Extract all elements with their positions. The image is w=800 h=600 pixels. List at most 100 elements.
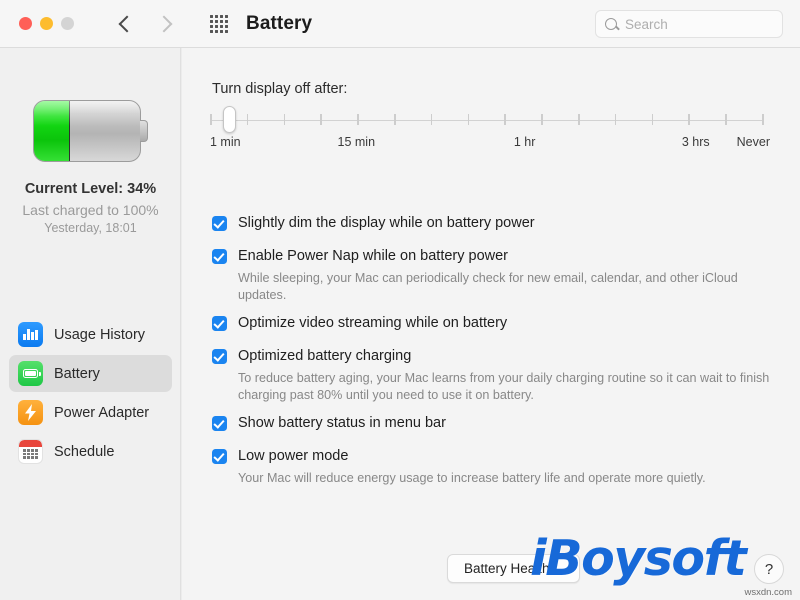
zoom-button[interactable] [61,17,74,30]
sidebar-item-power-adapter[interactable]: Power Adapter [9,394,172,431]
slider-tick [210,114,212,125]
grid-dot [210,19,213,23]
slider-tick-label: 3 hrs [681,135,710,149]
schedule-icon [18,439,43,464]
slider-tick [430,114,433,125]
option-row[interactable]: Optimize video streaming while on batter… [212,314,772,333]
option-row[interactable]: Slightly dim the display while on batter… [212,214,772,233]
bolt-glyph [25,404,36,421]
slider-track[interactable] [210,106,764,133]
option-label: Show battery status in menu bar [238,415,446,431]
sidebar-item-label: Schedule [54,443,115,460]
option-row[interactable]: Show battery status in menu bar [212,414,772,433]
grid-dot [220,24,223,28]
checkbox-checked-icon[interactable] [212,449,227,464]
battery-status-text: Current Level: 34% Last charged to 100% … [0,181,181,235]
main-content: Turn display off after: 1 min 15 min 1 hr 3… [182,48,800,600]
grid-dot [225,29,228,33]
slider-tick [246,114,249,125]
grid-dot [215,14,218,18]
page-title: Battery [246,12,313,34]
grid-dot [220,14,223,18]
battery-glyph [23,369,41,378]
grid-dot [225,19,228,23]
grid-dot [220,29,223,33]
slider-tick [283,114,286,125]
calendar-header-glyph [19,440,42,447]
grid-dot [215,29,218,33]
grid-dot [225,14,228,18]
slider-line [210,119,762,121]
checkbox-checked-icon[interactable] [212,416,227,431]
battery-gloss [34,101,140,127]
show-all-grid-icon[interactable] [210,14,228,33]
slider-tick [357,114,359,125]
power-adapter-icon [18,400,43,425]
traffic-lights [19,17,74,30]
help-button[interactable]: ? [754,554,784,584]
checkbox-checked-icon[interactable] [212,249,227,264]
option-row[interactable]: Enable Power Nap while on battery power [212,247,772,266]
minimize-button[interactable] [40,17,53,30]
slider-tick [504,114,506,125]
search-field[interactable]: Search [595,10,783,38]
calendar-grid-glyph [23,449,38,459]
slider-tick [394,114,396,125]
grid-dot [210,29,213,33]
option-label: Optimize video streaming while on batter… [238,315,508,331]
slider-tick [762,114,764,125]
checkbox-checked-icon[interactable] [212,216,227,231]
search-input[interactable]: Search [625,17,668,32]
slider-tick [688,114,690,125]
slider-tick-label: 15 min [337,135,376,149]
battery-body [33,100,141,162]
slider-knob[interactable] [223,106,237,133]
slider-tick-label: Never [736,135,770,149]
display-sleep-slider[interactable]: 1 min 15 min 1 hr 3 hrs Never [210,106,770,153]
slider-tick-labels: 1 min 15 min 1 hr 3 hrs Never [210,135,770,153]
battery-terminal [140,120,148,142]
slider-tick-label: 1 min [210,135,241,149]
slider-tick [541,114,543,125]
option-row[interactable]: Optimized battery charging [212,347,772,366]
sidebar-nav: Usage History Battery Power Adapter Sche… [9,316,172,472]
checkbox-checked-icon[interactable] [212,349,227,364]
slider-tick-label: 1 hr [513,135,536,149]
close-button[interactable] [19,17,32,30]
option-description: While sleeping, your Mac can periodicall… [238,271,738,302]
sidebar-item-label: Battery [54,365,100,382]
battery-health-button[interactable]: Battery Health… [447,554,581,583]
option-row[interactable]: Low power mode [212,447,772,466]
option-label: Slightly dim the display while on batter… [238,215,535,231]
navigation-buttons [116,15,174,33]
grid-dot [225,24,228,28]
sidebar-item-usage-history[interactable]: Usage History [9,316,172,353]
bar-chart-glyph [23,329,38,340]
slider-tick [578,114,580,125]
battery-options-list: Slightly dim the display while on batter… [212,214,772,498]
sidebar-item-battery[interactable]: Battery [9,355,172,392]
sidebar-item-label: Power Adapter [54,404,150,421]
search-icon [605,18,617,30]
display-sleep-label: Turn display off after: [212,81,348,97]
option-label: Optimized battery charging [238,348,412,364]
checkbox-checked-icon[interactable] [212,316,227,331]
option-description: Your Mac will reduce energy usage to inc… [238,471,706,485]
title-bar: Battery Search [0,0,800,48]
forward-button[interactable] [156,15,174,33]
battery-level-graphic [33,100,148,162]
grid-dot [210,24,213,28]
slider-tick [467,114,470,125]
slider-tick [651,114,654,125]
usage-history-icon [18,322,43,347]
sidebar-item-schedule[interactable]: Schedule [9,433,172,470]
slider-tick [614,114,617,125]
option-label: Low power mode [238,448,349,464]
slider-tick [320,114,322,125]
current-level-label: Current Level: 34% [24,181,157,197]
grid-dot [215,19,218,23]
back-button[interactable] [116,15,134,33]
